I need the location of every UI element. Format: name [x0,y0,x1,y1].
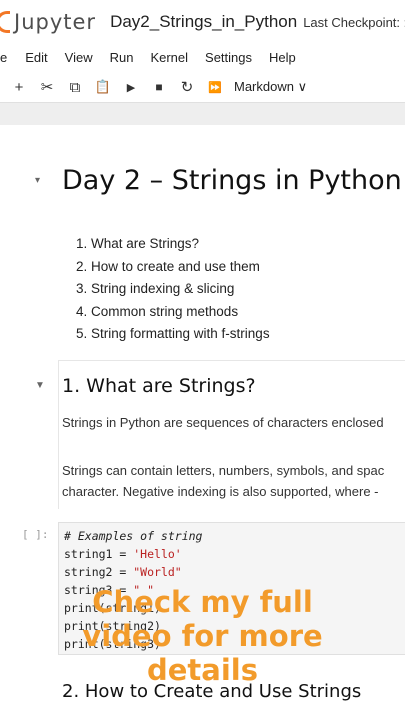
code-text: string1 = [64,547,134,561]
restart-icon[interactable]: ↻ [180,73,194,101]
paragraph-line: character. Negative indexing is also sup… [62,484,379,499]
code-line: string1 = 'Hello' [64,547,182,561]
menu-run[interactable]: Run [110,50,134,65]
toolbar-divider-band [0,103,405,125]
run-all-icon[interactable]: ⏩ [206,73,224,101]
promo-overlay-text: Check my full video for more details [0,585,405,687]
collapse-section-icon[interactable]: ▼ [35,380,45,391]
code-string: "World" [133,565,182,579]
menu-help[interactable]: Help [269,50,296,65]
section-paragraph: Strings in Python are sequences of chara… [62,415,384,430]
overlay-line: details [146,653,258,687]
notebook-toolbar: + ✂ ⧉ 📋 ▶ ■ ↻ ⏩ Markdown ∨ [0,72,405,103]
notebook-heading-title: Day 2 – Strings in Python [62,165,402,196]
outline-item: 2. How to create and use them [76,258,260,274]
code-comment: # Examples of string [64,529,203,543]
section-paragraph-2: Strings can contain letters, numbers, sy… [62,460,384,502]
run-icon[interactable]: ▶ [124,73,138,101]
cell-type-dropdown[interactable]: Markdown ∨ [234,79,307,95]
stop-icon[interactable]: ■ [152,73,166,101]
menu-bar: e Edit View Run Kernel Settings Help [0,44,405,70]
section-heading: 1. What are Strings? [62,375,256,397]
paste-icon[interactable]: 📋 [94,73,112,101]
outline-item: 3. String indexing & slicing [76,281,235,297]
jupyter-wordmark: Jupyter [14,10,97,34]
jupyter-logo[interactable]: Jupyter [0,10,96,34]
code-string: 'Hello' [133,547,182,561]
code-line: string2 = "World" [64,565,182,579]
menu-file[interactable]: e [0,50,7,65]
menu-settings[interactable]: Settings [205,50,252,65]
outline-item: 4. Common string methods [76,303,239,319]
add-cell-button[interactable]: + [12,73,26,101]
jupyter-logo-icon [0,11,10,33]
menu-edit[interactable]: Edit [25,50,47,65]
outline-item: 5. String formatting with f-strings [76,326,270,342]
collapse-heading-icon[interactable]: ▾ [35,175,40,186]
overlay-line: video for more [82,619,323,653]
cell-prompt: [ ]: [22,528,49,541]
notebook-title[interactable]: Day2_Strings_in_Python [110,12,297,32]
code-text: string2 = [64,565,134,579]
copy-icon[interactable]: ⧉ [66,73,84,101]
checkpoint-status: Last Checkpoint: : [303,14,405,30]
top-bar: Jupyter Day2_Strings_in_Python Last Chec… [0,0,405,44]
cut-icon[interactable]: ✂ [38,73,56,101]
menu-view[interactable]: View [65,50,93,65]
outline-list: 1. What are Strings? 2. How to create an… [76,233,270,346]
outline-item: 1. What are Strings? [76,236,200,251]
paragraph-line: Strings can contain letters, numbers, sy… [62,463,385,478]
overlay-line: Check my full [92,585,313,619]
menu-kernel[interactable]: Kernel [150,50,188,65]
